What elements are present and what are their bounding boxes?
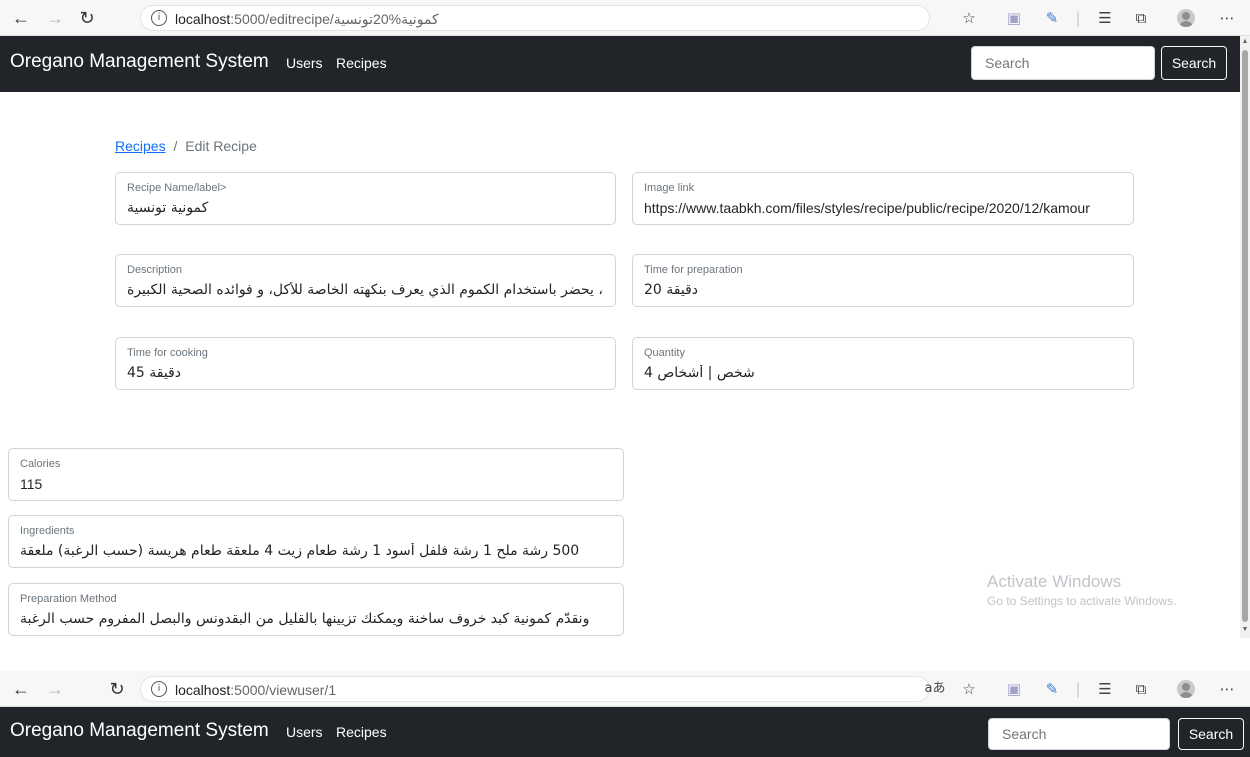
browser-toolbar: ← → ↻ i localhost:5000/editrecipe/كمونية… <box>0 0 1250 36</box>
watermark-title: Activate Windows <box>987 572 1122 591</box>
nav-link-recipes[interactable]: Recipes <box>336 55 387 71</box>
favorites-icon[interactable]: ☰ <box>1094 678 1116 700</box>
search-button[interactable]: Search <box>1161 46 1227 80</box>
forward-arrow-icon[interactable]: → <box>44 7 66 29</box>
quantity-label: Quantity <box>644 347 685 359</box>
scrollbar-thumb[interactable] <box>1242 50 1248 622</box>
description-field[interactable]: Description ، يحضر باستخدام الكموم الذي … <box>115 254 616 307</box>
recipe-name-label: Recipe Name/label> <box>127 182 227 194</box>
app-navbar: Oregano Management System Users Recipes … <box>0 36 1240 92</box>
app-navbar-2: Oregano Management System Users Recipes … <box>0 707 1250 757</box>
back-arrow-icon[interactable]: ← <box>10 678 32 700</box>
read-aloud-icon[interactable]: aあ <box>924 678 946 700</box>
calories-label: Calories <box>20 458 61 470</box>
quantity-field[interactable]: Quantity 4 شخص | أشخاص <box>632 337 1134 390</box>
calories-value: 115 <box>20 476 43 492</box>
preparation-method-label: Preparation Method <box>20 593 117 605</box>
description-label: Description <box>127 264 183 276</box>
more-menu-icon[interactable]: ⋯ <box>1216 678 1238 700</box>
extension-icon[interactable]: ✎ <box>1041 678 1063 700</box>
image-link-label: Image link <box>644 182 695 194</box>
favorite-add-icon[interactable]: ☆ <box>958 678 980 700</box>
more-menu-icon[interactable]: ⋯ <box>1216 7 1238 29</box>
quantity-value: 4 شخص | أشخاص <box>644 365 755 381</box>
refresh-icon[interactable]: ↻ <box>76 7 98 29</box>
recipe-name-field[interactable]: Recipe Name/label> كمونية تونسية <box>115 172 616 225</box>
image-link-value: https://www.taabkh.com/files/styles/reci… <box>644 200 1090 216</box>
preparation-method-value: ونقدّم كمونية كبد خروف ساخنة ويمكنك تزيي… <box>20 611 590 627</box>
ingredients-label: Ingredients <box>20 525 75 537</box>
time-cooking-value: 45 دقيقة <box>127 365 182 381</box>
address-bar[interactable]: i localhost:5000/editrecipe/كمونية%20تون… <box>140 5 930 31</box>
breadcrumb-separator: / <box>173 138 178 154</box>
navbar-brand[interactable]: Oregano Management System <box>10 51 269 73</box>
activate-windows-watermark: Activate Windows Go to Settings to activ… <box>987 572 1176 608</box>
time-preparation-label: Time for preparation <box>644 264 743 276</box>
breadcrumb-current: Edit Recipe <box>185 138 257 154</box>
time-preparation-field[interactable]: Time for preparation 20 دقيقة <box>632 254 1134 307</box>
browser-toolbar-2: ← → ↻ i localhost:5000/viewuser/1 aあ ☆ ▣… <box>0 671 1250 707</box>
search-button-2[interactable]: Search <box>1178 718 1244 750</box>
preparation-method-field[interactable]: Preparation Method ونقدّم كمونية كبد خرو… <box>8 583 624 636</box>
window-gap <box>0 638 1250 671</box>
navbar-brand-2[interactable]: Oregano Management System <box>10 720 269 742</box>
reader-extension-icon[interactable]: ▣ <box>1003 678 1025 700</box>
time-cooking-field[interactable]: Time for cooking 45 دقيقة <box>115 337 616 390</box>
reader-extension-icon[interactable]: ▣ <box>1003 7 1025 29</box>
site-info-icon[interactable]: i <box>151 681 167 697</box>
ingredients-value: 500 رشة ملح 1 رشة فلفل أسود 1 رشة طعام ز… <box>20 543 580 559</box>
profile-icon[interactable] <box>1177 9 1195 27</box>
breadcrumb: Recipes / Edit Recipe <box>115 138 257 154</box>
back-arrow-icon[interactable]: ← <box>10 7 32 29</box>
collections-icon[interactable]: ⧉ <box>1130 678 1152 700</box>
address-url-2: localhost:5000/viewuser/1 <box>175 682 337 698</box>
toolbar-separator: | <box>1075 9 1081 27</box>
page-scrollbar[interactable]: ▲ ▼ <box>1240 36 1250 638</box>
watermark-subtitle: Go to Settings to activate Windows. <box>987 594 1177 608</box>
recipe-name-value: كمونية تونسية <box>127 200 209 216</box>
description-value: ، يحضر باستخدام الكموم الذي يعرف بنكهته … <box>127 282 603 298</box>
refresh-icon[interactable]: ↻ <box>106 678 128 700</box>
search-input-2[interactable] <box>988 718 1170 750</box>
site-info-icon[interactable]: i <box>151 10 167 26</box>
breadcrumb-link-recipes[interactable]: Recipes <box>115 138 166 154</box>
search-input[interactable] <box>971 46 1155 80</box>
scroll-up-arrow-icon[interactable]: ▲ <box>1241 38 1249 45</box>
nav-link-users[interactable]: Users <box>286 55 323 71</box>
scroll-down-arrow-icon[interactable]: ▼ <box>1241 626 1249 633</box>
extension-icon[interactable]: ✎ <box>1041 7 1063 29</box>
forward-arrow-icon[interactable]: → <box>44 678 66 700</box>
time-cooking-label: Time for cooking <box>127 347 208 359</box>
calories-field[interactable]: Calories 115 <box>8 448 624 501</box>
favorites-icon[interactable]: ☰ <box>1094 7 1116 29</box>
ingredients-field[interactable]: Ingredients 500 رشة ملح 1 رشة فلفل أسود … <box>8 515 624 568</box>
collections-icon[interactable]: ⧉ <box>1130 7 1152 29</box>
time-preparation-value: 20 دقيقة <box>644 282 699 298</box>
favorite-add-icon[interactable]: ☆ <box>958 7 980 29</box>
nav-link-recipes[interactable]: Recipes <box>336 724 387 740</box>
toolbar-separator: | <box>1075 680 1081 698</box>
address-bar-2[interactable]: i localhost:5000/viewuser/1 <box>140 676 930 702</box>
image-link-field[interactable]: Image link https://www.taabkh.com/files/… <box>632 172 1134 225</box>
nav-link-users[interactable]: Users <box>286 724 323 740</box>
profile-icon[interactable] <box>1177 680 1195 698</box>
address-url: localhost:5000/editrecipe/كمونية%20تونسي… <box>175 11 439 27</box>
